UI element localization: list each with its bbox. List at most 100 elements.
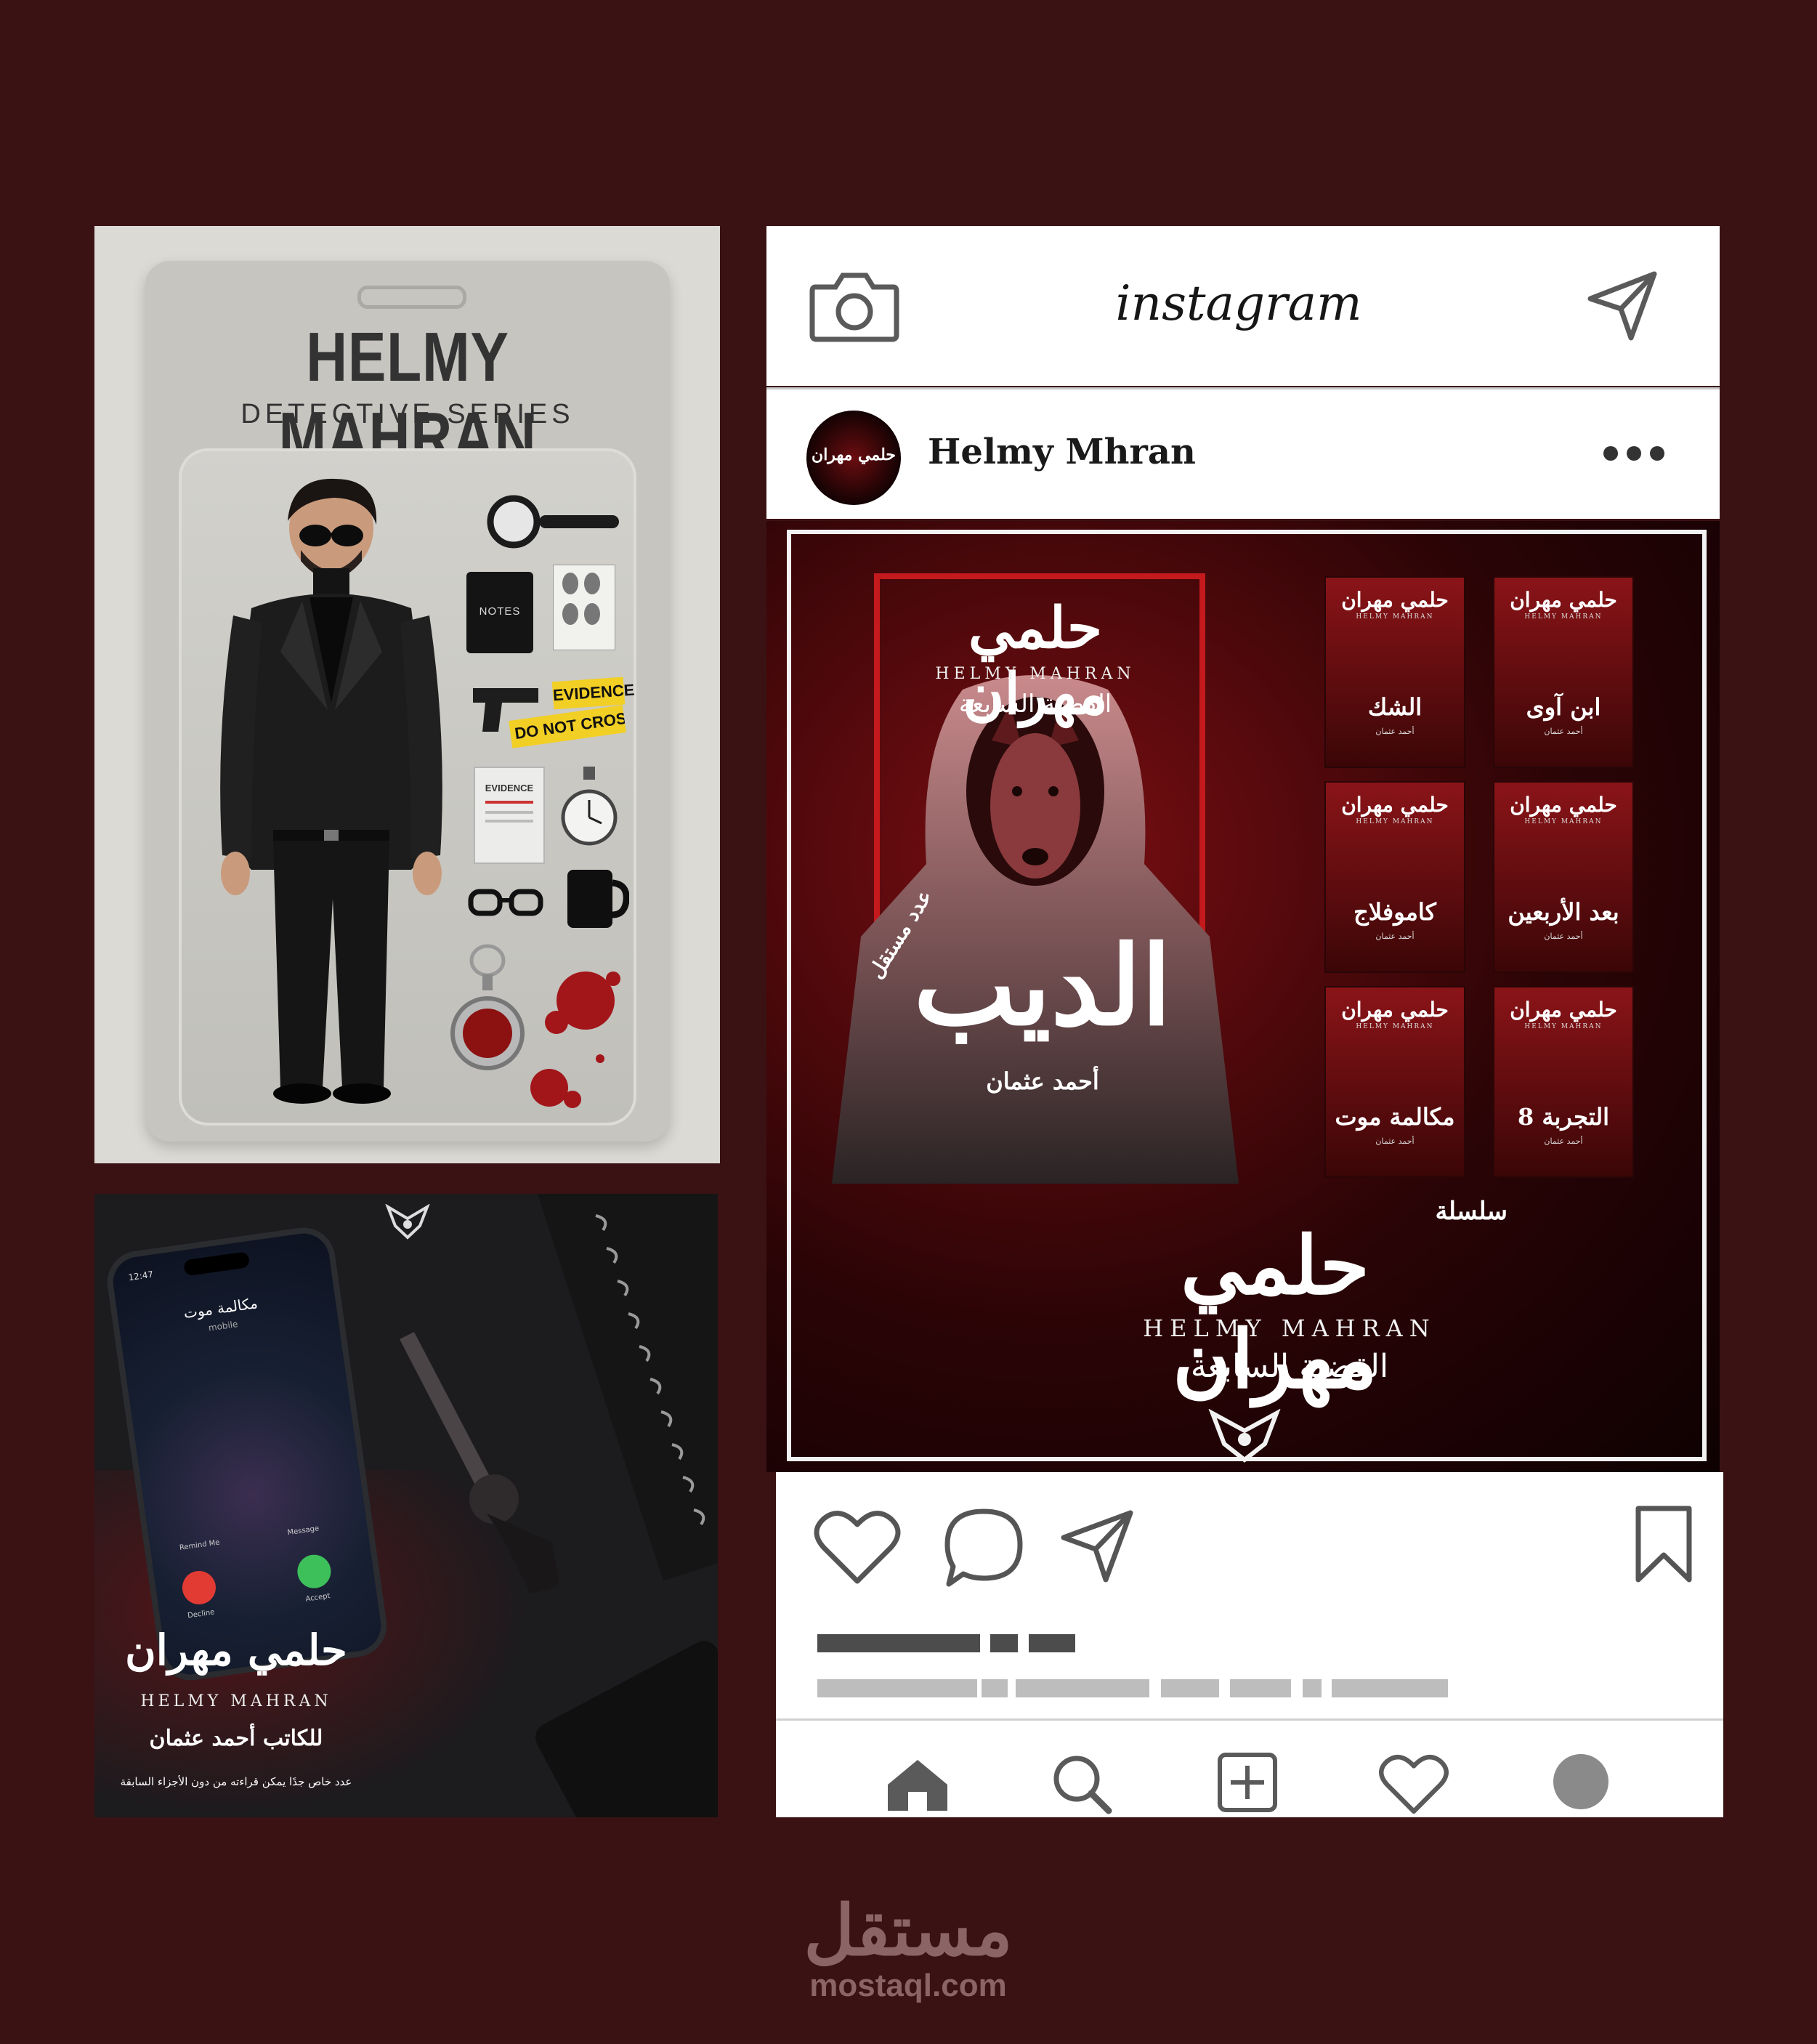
caption-placeholder-bar: [817, 1679, 977, 1697]
caption-placeholder-bar: [1332, 1679, 1448, 1697]
cover-author: أحمد عثمان: [986, 1067, 1099, 1095]
add-post-icon[interactable]: [1216, 1751, 1279, 1814]
caption-placeholder-bar: [1230, 1679, 1291, 1697]
thumbnail-brand: حلمي مهران: [1341, 793, 1449, 817]
thumbnail-author: أحمد عثمان: [1375, 932, 1415, 941]
book-thumbnail[interactable]: حلمي مهران HELMY MAHRAN التجربة 8 أحمد ع…: [1494, 987, 1632, 1176]
notebook-icon: NOTES: [466, 572, 533, 653]
promo-tagline: عدد خاص جدًا يمكن قراءته من دون الأجزاء …: [120, 1775, 352, 1788]
caption-placeholder-bar: [982, 1679, 1008, 1697]
thumbnail-title: الشك: [1367, 693, 1423, 721]
stopwatch-icon: [561, 767, 618, 846]
avatar[interactable]: حلمي مهران: [806, 411, 901, 505]
laptop-corner-decoration: [530, 1636, 718, 1817]
tape-text-1: EVIDENCE: [552, 680, 636, 705]
hang-slot: [357, 286, 466, 309]
thumbnail-brand: حلمي مهران: [1510, 588, 1617, 612]
thumbnail-title: كاموفلاج: [1353, 898, 1436, 926]
comment-icon[interactable]: [942, 1506, 1026, 1590]
thumbnail-brand: حلمي مهران: [1341, 998, 1449, 1022]
search-icon[interactable]: [1051, 1753, 1113, 1815]
book-thumbnail[interactable]: حلمي مهران HELMY MAHRAN ابن آوى أحمد عثم…: [1494, 578, 1632, 767]
evidence-bag-label: EVIDENCE: [485, 783, 534, 793]
thumbnail-title: التجربة 8: [1517, 1103, 1610, 1131]
activity-heart-icon[interactable]: [1379, 1754, 1449, 1815]
series-title-en: HELMY MAHRAN: [1143, 1314, 1436, 1342]
thumbnail-title: مكالمة موت: [1335, 1103, 1455, 1131]
likes-placeholder-bar: [1029, 1634, 1075, 1652]
wolf-emblem-logo: [1208, 1409, 1281, 1463]
instagram-post-header: حلمي مهران Helmy Mhran: [766, 387, 1720, 519]
blister-pack: HELMY MAHRAN DETECTIVE SERIES NOTES EVID…: [145, 261, 670, 1142]
cover-book-title: الديب: [913, 922, 1172, 1050]
thumbnail-author: أحمد عثمان: [1544, 1136, 1583, 1146]
thumbnail-brand-en: HELMY MAHRAN: [1524, 818, 1603, 825]
thumbnail-author: أحمد عثمان: [1544, 932, 1583, 941]
promo-author-line: للكاتب أحمد عثمان: [149, 1726, 323, 1751]
book-thumbnail[interactable]: حلمي مهران HELMY MAHRAN الشك أحمد عثمان: [1326, 578, 1464, 767]
book-thumbnail[interactable]: حلمي مهران HELMY MAHRAN كاموفلاج أحمد عث…: [1326, 783, 1464, 971]
promo-series-title-en: HELMY MAHRAN: [140, 1692, 332, 1710]
pocket-watch-icon: [450, 944, 525, 1070]
action-figure-card-image: HELMY MAHRAN DETECTIVE SERIES NOTES EVID…: [94, 226, 720, 1163]
heart-icon[interactable]: [814, 1510, 901, 1585]
book-thumbnail[interactable]: حلمي مهران HELMY MAHRAN مكالمة موت أحمد …: [1326, 987, 1464, 1176]
instagram-logo: instagram: [1115, 275, 1362, 331]
magnifying-glass-icon: [487, 495, 619, 549]
watermark-logo: مستقل: [804, 1889, 1013, 1971]
instagram-top-bar: instagram: [766, 226, 1720, 386]
likes-placeholder-bar: [817, 1634, 980, 1652]
series-thumbnails-grid: حلمي مهران HELMY MAHRAN الشك أحمد عثمان …: [1326, 578, 1638, 1188]
promo-series-title-ar: حلمي مهران: [125, 1625, 347, 1675]
spiral-binding-decoration: [595, 1214, 705, 1526]
instagram-post-actions: [776, 1472, 1723, 1817]
promo-phone-gun-image: 12:47 مكالمة موت mobile Remind Me Messag…: [94, 1194, 718, 1817]
blister-bubble: NOTES EVIDENCE DO NOT CROSS EVIDENCE: [179, 448, 636, 1126]
caption-placeholder-bar: [1161, 1679, 1219, 1697]
detective-figure: [220, 478, 442, 1104]
share-icon[interactable]: [1059, 1508, 1135, 1584]
avatar-text: حلمي مهران: [812, 445, 896, 464]
series-case-label: القضية السابعة: [1190, 1348, 1389, 1385]
figure-brand-subtitle: DETECTIVE SERIES: [240, 399, 575, 429]
thumbnail-brand-en: HELMY MAHRAN: [1524, 613, 1603, 621]
cover-series-title-en: HELMY MAHRAN: [935, 665, 1136, 683]
nav-divider: [776, 1718, 1723, 1721]
evidence-bag: EVIDENCE: [474, 767, 545, 864]
thumbnail-brand-en: HELMY MAHRAN: [1356, 613, 1434, 621]
thumbnail-title: ابن آوى: [1526, 693, 1601, 721]
book-thumbnail[interactable]: حلمي مهران HELMY MAHRAN بعد الأربعين أحم…: [1494, 783, 1632, 971]
home-icon[interactable]: [885, 1757, 950, 1814]
thumbnail-brand-en: HELMY MAHRAN: [1524, 1023, 1603, 1030]
likes-placeholder-bar: [990, 1634, 1018, 1652]
thumbnail-brand: حلمي مهران: [1510, 998, 1617, 1022]
revolver-icon: [400, 1332, 559, 1593]
glasses-icon: [468, 889, 543, 916]
bookmark-icon[interactable]: [1634, 1504, 1693, 1584]
fingerprint-card-icon: [553, 565, 615, 650]
post-username[interactable]: Helmy Mhran: [928, 432, 1196, 472]
wolf-emblem-logo: [385, 1204, 430, 1240]
thumbnail-author: أحمد عثمان: [1375, 727, 1415, 736]
coffee-mug-icon: [567, 870, 629, 928]
thumbnail-brand-en: HELMY MAHRAN: [1356, 1023, 1434, 1030]
thumbnail-brand-en: HELMY MAHRAN: [1356, 818, 1434, 825]
blood-splatter-decoration: [530, 971, 620, 1108]
notebook-label: NOTES: [479, 605, 521, 618]
cover-case-label: القضية السابعة: [958, 690, 1112, 719]
camera-icon[interactable]: [809, 270, 899, 342]
crime-tape-1: EVIDENCE: [551, 676, 636, 710]
thumbnail-brand: حلمي مهران: [1341, 588, 1449, 612]
thumbnail-author: أحمد عثمان: [1544, 727, 1583, 736]
post-image[interactable]: حلمي مهران HELMY MAHRAN القضية السابعة ع…: [766, 521, 1720, 1472]
instagram-post-mockup: instagram حلمي مهران Helmy Mhran حلمي مه…: [766, 226, 1723, 1818]
thumbnail-title: بعد الأربعين: [1508, 898, 1619, 926]
send-icon[interactable]: [1586, 270, 1659, 342]
caption-placeholder-bar: [1016, 1679, 1149, 1697]
profile-icon[interactable]: [1553, 1754, 1608, 1809]
caption-placeholder-bar: [1303, 1679, 1322, 1697]
watermark-url: mostaql.com: [809, 1968, 1007, 2003]
thumbnail-author: أحمد عثمان: [1375, 1136, 1415, 1146]
thumbnail-brand: حلمي مهران: [1510, 793, 1617, 817]
more-options-icon[interactable]: [1602, 445, 1666, 462]
